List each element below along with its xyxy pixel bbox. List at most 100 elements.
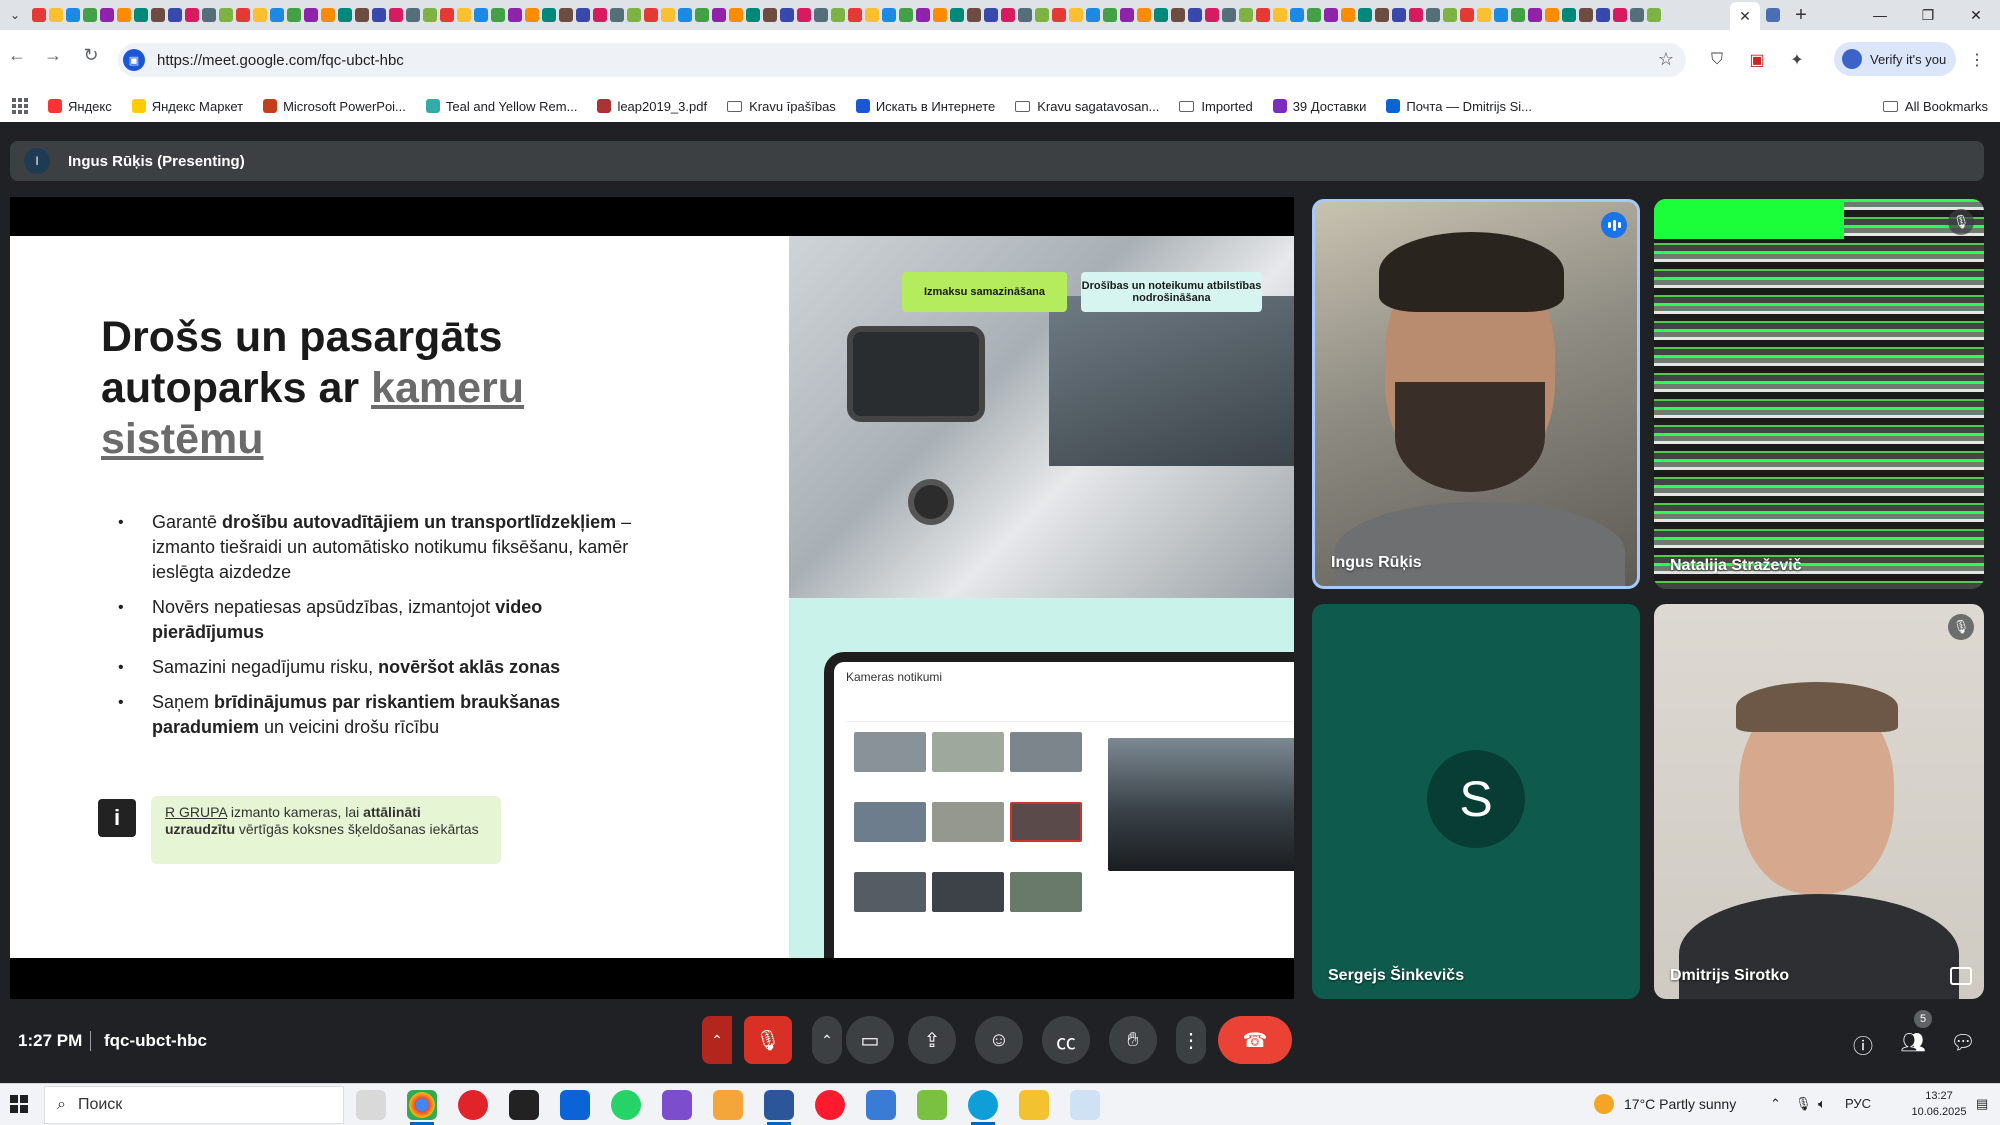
tab-favicon[interactable] <box>984 8 998 22</box>
participant-tile-dmitrijs[interactable]: 🎙︎ Dmitrijs Sirotko <box>1654 604 1984 999</box>
shield-icon[interactable]: ⛉ <box>1700 43 1734 77</box>
bookmark-item[interactable]: Яндекс <box>48 99 112 114</box>
tab-favicon[interactable] <box>1426 8 1440 22</box>
tab-favicon[interactable] <box>661 8 675 22</box>
volume-icon[interactable]: 🔈︎ <box>1818 1096 1826 1112</box>
bookmark-folder[interactable]: Kravu sagatavosan... <box>1015 99 1159 114</box>
bookmark-item[interactable]: Почта — Dmitrijs Si... <box>1386 99 1532 114</box>
tab-favicon[interactable] <box>1137 8 1151 22</box>
opera-gx-app-icon[interactable] <box>815 1090 845 1120</box>
tab-favicon[interactable] <box>1494 8 1508 22</box>
leave-call-button[interactable]: ☎︎ <box>1218 1016 1292 1064</box>
tab-favicon[interactable] <box>491 8 505 22</box>
new-tab-button[interactable]: + <box>1786 4 1816 27</box>
chrome-menu-icon[interactable]: ⋮ <box>1962 43 1992 77</box>
tab-favicon[interactable] <box>32 8 46 22</box>
tab-favicon[interactable] <box>117 8 131 22</box>
m365-app-icon[interactable] <box>662 1090 692 1120</box>
tab-favicon[interactable] <box>797 8 811 22</box>
tab-favicon[interactable] <box>1052 8 1066 22</box>
tab-favicon[interactable] <box>1341 8 1355 22</box>
language-indicator[interactable]: РУС <box>1845 1096 1871 1111</box>
tab-favicon[interactable] <box>355 8 369 22</box>
tab-favicon[interactable] <box>763 8 777 22</box>
close-tab-icon[interactable]: ✕ <box>1739 8 1751 25</box>
tab-favicon[interactable] <box>814 8 828 22</box>
tab-favicon[interactable] <box>1647 8 1661 22</box>
tab-favicon[interactable] <box>899 8 913 22</box>
tab-favicon[interactable] <box>151 8 165 22</box>
tab-favicon[interactable] <box>100 8 114 22</box>
tab-favicon[interactable] <box>610 8 624 22</box>
bookmark-folder[interactable]: Imported <box>1179 99 1253 114</box>
tab-favicon[interactable] <box>508 8 522 22</box>
opera-app-icon[interactable] <box>458 1090 488 1120</box>
tab-favicon[interactable] <box>372 8 386 22</box>
start-button[interactable] <box>10 1095 28 1113</box>
tab-favicon[interactable] <box>1528 8 1542 22</box>
tab-favicon[interactable] <box>1562 8 1576 22</box>
tab-favicon[interactable] <box>882 8 896 22</box>
media-app-icon[interactable] <box>713 1090 743 1120</box>
tab-favicon[interactable] <box>576 8 590 22</box>
tab-favicon[interactable] <box>933 8 947 22</box>
tab-favicon[interactable] <box>66 8 80 22</box>
raise-hand-button[interactable]: ✋︎ <box>1109 1016 1157 1064</box>
notifications-icon[interactable]: ▤ <box>1976 1096 1988 1112</box>
tab-favicon[interactable] <box>1018 8 1032 22</box>
tab-favicon[interactable] <box>1035 8 1049 22</box>
bookmark-item[interactable]: 39 Доставки <box>1272 99 1366 114</box>
outlook-app-icon[interactable] <box>560 1090 590 1120</box>
tab-favicon[interactable] <box>1409 8 1423 22</box>
tab-favicon[interactable] <box>1001 8 1015 22</box>
tab-favicon[interactable] <box>406 8 420 22</box>
address-bar[interactable]: ▣ https://meet.google.com/fqc-ubct-hbc ☆ <box>118 43 1686 77</box>
tab-favicon[interactable] <box>559 8 573 22</box>
notion-app-icon[interactable] <box>509 1090 539 1120</box>
tab-favicon[interactable] <box>1120 8 1134 22</box>
tab-favicon[interactable] <box>1545 8 1559 22</box>
tab-favicon[interactable] <box>440 8 454 22</box>
tab-favicon[interactable] <box>83 8 97 22</box>
tab-favicon[interactable] <box>1273 8 1287 22</box>
tab-favicon[interactable] <box>202 8 216 22</box>
tab-favicon[interactable] <box>423 8 437 22</box>
whatsapp-app-icon[interactable] <box>611 1090 641 1120</box>
video-options-chevron-icon[interactable]: ⌃ <box>812 1016 842 1064</box>
bookmark-item[interactable]: leap2019_3.pdf <box>597 99 707 114</box>
tab-favicon[interactable] <box>1256 8 1270 22</box>
tab-favicon[interactable] <box>831 8 845 22</box>
tab-favicon[interactable] <box>1069 8 1083 22</box>
tab-favicon[interactable] <box>525 8 539 22</box>
taskbar-search[interactable]: ⌕ Поиск <box>44 1086 344 1124</box>
tab-favicon[interactable] <box>1613 8 1627 22</box>
forward-button[interactable]: → <box>38 40 68 70</box>
tab-favicon[interactable] <box>1188 8 1202 22</box>
tab-favicon[interactable] <box>185 8 199 22</box>
reactions-button[interactable]: ☺ <box>975 1016 1023 1064</box>
captions-button[interactable]: ㏄ <box>1042 1016 1090 1064</box>
tab-favicon[interactable] <box>678 8 692 22</box>
back-button[interactable]: ← <box>2 40 32 70</box>
bookmark-item[interactable]: Яндекс Маркет <box>131 99 243 114</box>
tab-favicon[interactable] <box>1154 8 1168 22</box>
tab-favicon[interactable] <box>1766 8 1780 22</box>
mic-toggle-button[interactable]: 🎙︎ <box>744 1016 792 1064</box>
tab-favicon[interactable] <box>1375 8 1389 22</box>
tab-favicon[interactable] <box>780 8 794 22</box>
task-view-icon[interactable] <box>356 1090 386 1120</box>
tab-favicon[interactable] <box>593 8 607 22</box>
tab-favicon[interactable] <box>865 8 879 22</box>
tab-favicon[interactable] <box>1205 8 1219 22</box>
tab-favicon[interactable] <box>1307 8 1321 22</box>
tab-favicon[interactable] <box>236 8 250 22</box>
tab-favicon[interactable] <box>304 8 318 22</box>
camera-toggle-button[interactable]: ▭ <box>846 1016 894 1064</box>
participant-tile-sergejs[interactable]: S Sergejs Šinkevičs <box>1312 604 1640 999</box>
tab-favicon[interactable] <box>457 8 471 22</box>
weather-widget[interactable]: 17°C Partly sunny <box>1594 1094 1736 1114</box>
tab-favicon[interactable] <box>287 8 301 22</box>
tab-favicon[interactable] <box>1460 8 1474 22</box>
all-bookmarks-folder[interactable]: All Bookmarks <box>1882 99 1988 114</box>
reload-button[interactable]: ↻ <box>76 40 106 70</box>
